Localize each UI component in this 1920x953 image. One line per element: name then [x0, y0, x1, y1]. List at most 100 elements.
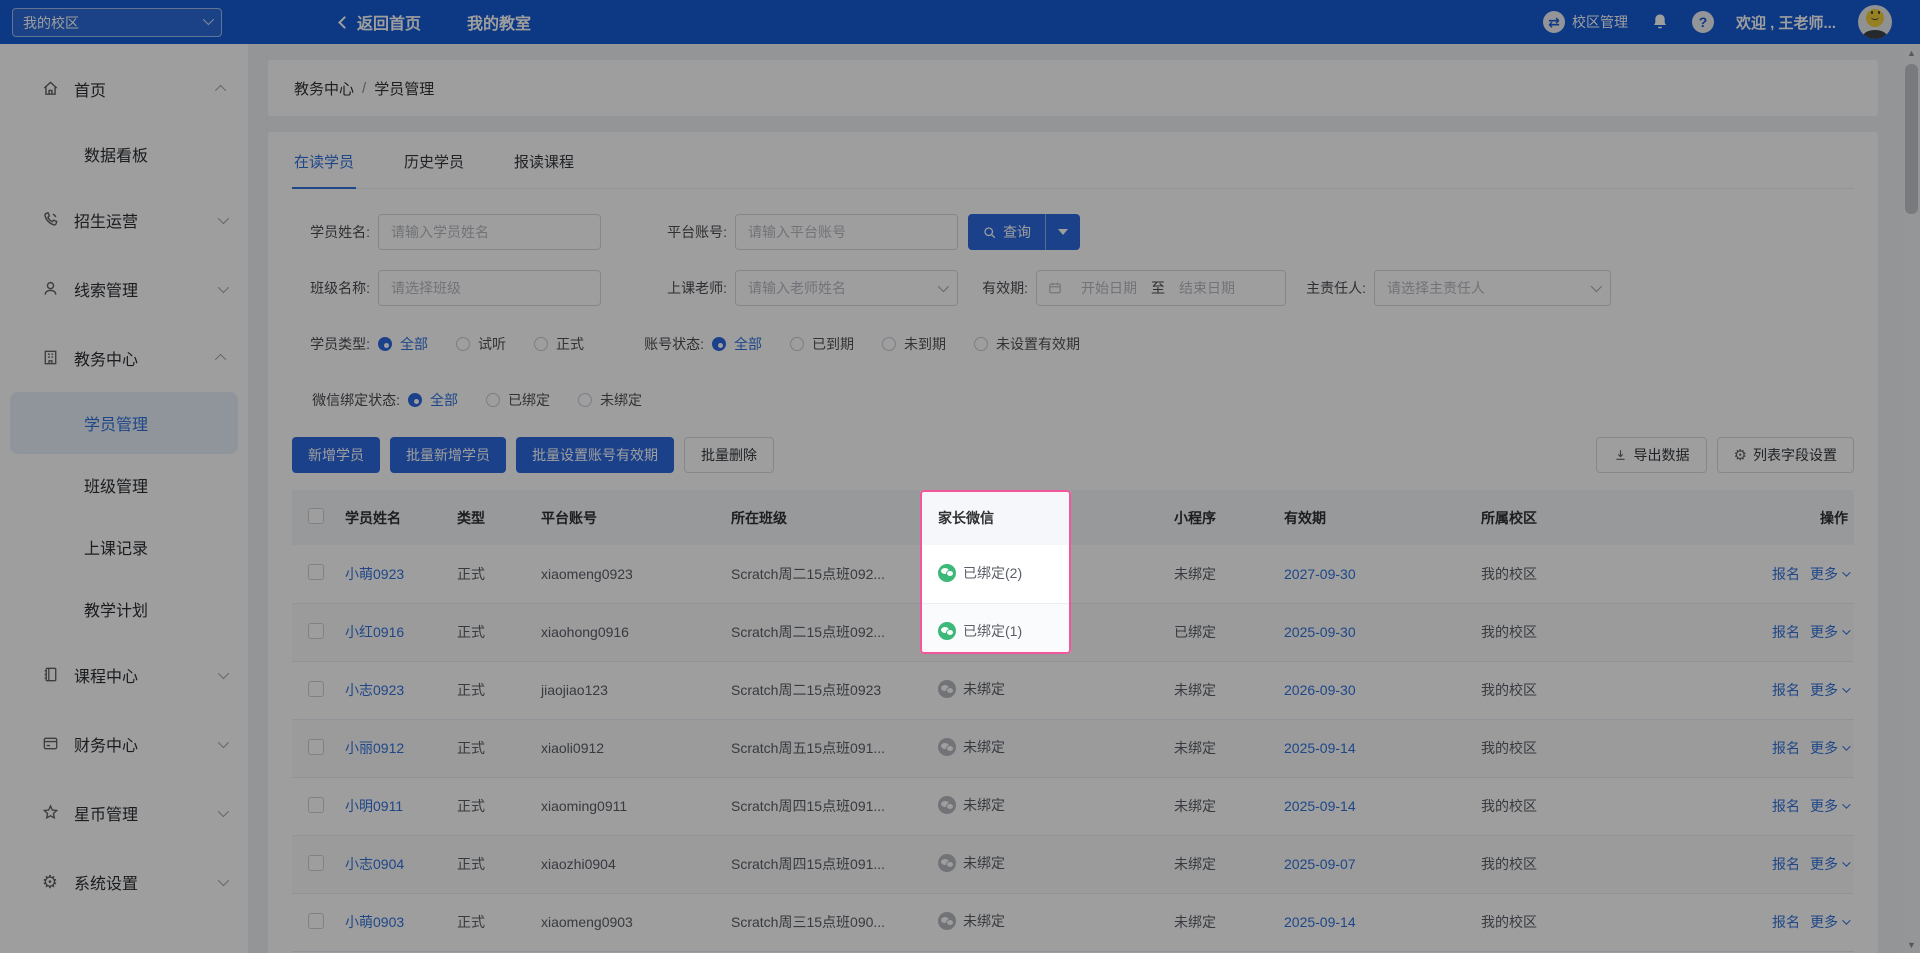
- more-link[interactable]: 更多: [1810, 738, 1848, 758]
- row-checkbox[interactable]: [308, 739, 324, 755]
- enroll-link[interactable]: 报名: [1772, 682, 1800, 698]
- more-link[interactable]: 更多: [1810, 796, 1848, 816]
- sidebar-item-系统设置[interactable]: ⚙系统设置: [0, 847, 248, 916]
- radio-全部[interactable]: 全部: [378, 334, 428, 354]
- sidebar-subitem-学员管理[interactable]: 学员管理: [10, 392, 238, 454]
- button-批量删除[interactable]: 批量删除: [684, 437, 774, 473]
- student-name-link[interactable]: 小明0911: [345, 798, 403, 814]
- sidebar-item-教务中心[interactable]: 教务中心: [0, 323, 248, 392]
- sidebar-subitem-班级管理[interactable]: 班级管理: [10, 454, 238, 516]
- column-header-所属校区: 所属校区: [1467, 490, 1740, 545]
- tab-在读学员[interactable]: 在读学员: [292, 151, 356, 188]
- enroll-link[interactable]: 报名: [1772, 566, 1800, 582]
- sidebar-subitem-上课记录[interactable]: 上课记录: [10, 516, 238, 578]
- valid-until-link[interactable]: 2025-09-14: [1284, 914, 1356, 930]
- more-link[interactable]: 更多: [1810, 912, 1848, 932]
- scroll-up-arrow[interactable]: ▲: [1903, 44, 1920, 61]
- sidebar-item-课程中心[interactable]: 课程中心: [0, 640, 248, 709]
- valid-until-link[interactable]: 2025-09-14: [1284, 740, 1356, 756]
- enroll-link[interactable]: 报名: [1772, 914, 1800, 930]
- help-button[interactable]: ?: [1692, 11, 1714, 33]
- student-name-link[interactable]: 小萌0903: [345, 914, 404, 930]
- valid-until-link[interactable]: 2025-09-14: [1284, 798, 1356, 814]
- column-settings-button[interactable]: ⚙ 列表字段设置: [1717, 437, 1854, 473]
- radio-未设置有效期[interactable]: 未设置有效期: [974, 334, 1080, 354]
- more-link[interactable]: 更多: [1810, 564, 1848, 584]
- more-link[interactable]: 更多: [1810, 622, 1848, 642]
- more-link[interactable]: 更多: [1810, 680, 1848, 700]
- button-批量新增学员[interactable]: 批量新增学员: [390, 437, 506, 473]
- row-checkbox[interactable]: [308, 623, 324, 639]
- search-button[interactable]: 查询: [968, 214, 1080, 250]
- scrollbar-thumb[interactable]: [1905, 64, 1918, 214]
- row-checkbox[interactable]: [308, 564, 324, 580]
- sidebar-item-星币管理[interactable]: 星币管理: [0, 778, 248, 847]
- sidebar-item-首页[interactable]: 首页: [0, 54, 248, 123]
- sidebar-subitem-label: 教学计划: [84, 597, 148, 621]
- sidebar-subitem-教学计划[interactable]: 教学计划: [10, 578, 238, 640]
- radio-已绑定[interactable]: 已绑定: [486, 390, 550, 410]
- notifications-button[interactable]: [1650, 12, 1670, 32]
- row-checkbox[interactable]: [308, 913, 324, 929]
- button-新增学员[interactable]: 新增学员: [292, 437, 380, 473]
- student-name-link[interactable]: 小丽0912: [345, 740, 404, 756]
- enroll-link[interactable]: 报名: [1772, 856, 1800, 872]
- radio-全部[interactable]: 全部: [712, 334, 762, 354]
- radio-全部[interactable]: 全部: [408, 390, 458, 410]
- search-dropdown-button[interactable]: [1046, 214, 1080, 250]
- start-date-input[interactable]: [1069, 280, 1149, 296]
- campus-select[interactable]: 我的校区: [12, 8, 222, 37]
- valid-until-link[interactable]: 2027-09-30: [1284, 566, 1356, 582]
- tab-历史学员[interactable]: 历史学员: [402, 151, 466, 188]
- student-name-input[interactable]: [378, 214, 601, 250]
- button-批量设置账号有效期[interactable]: 批量设置账号有效期: [516, 437, 674, 473]
- more-link[interactable]: 更多: [1810, 854, 1848, 874]
- radio-正式[interactable]: 正式: [534, 334, 584, 354]
- enroll-link[interactable]: 报名: [1772, 798, 1800, 814]
- breadcrumb-section[interactable]: 教务中心: [294, 78, 354, 99]
- table-body: 小萌0923正式xiaomeng0923Scratch周二15点班092...已…: [292, 545, 1854, 951]
- scroll-down-arrow[interactable]: ▼: [1903, 936, 1920, 953]
- end-date-input[interactable]: [1167, 280, 1247, 296]
- teacher-select[interactable]: [735, 270, 958, 306]
- avatar[interactable]: [1858, 5, 1892, 39]
- campus-management-button[interactable]: ⇄ 校区管理: [1543, 11, 1628, 33]
- chevron-down-icon: [218, 667, 229, 678]
- sidebar-item-财务中心[interactable]: 财务中心: [0, 709, 248, 778]
- sidebar-item-label: 招生运营: [74, 208, 138, 232]
- class-name-input[interactable]: [378, 270, 601, 306]
- radio-未绑定[interactable]: 未绑定: [578, 390, 642, 410]
- valid-until-link[interactable]: 2025-09-07: [1284, 856, 1356, 872]
- owner-select[interactable]: [1374, 270, 1611, 306]
- row-checkbox[interactable]: [308, 797, 324, 813]
- enroll-link[interactable]: 报名: [1772, 624, 1800, 640]
- sidebar-item-线索管理[interactable]: 线索管理: [0, 254, 248, 323]
- sidebar-subitem-数据看板[interactable]: 数据看板: [10, 123, 238, 185]
- platform-account-cell: xiaohong0916: [527, 603, 717, 661]
- row-checkbox[interactable]: [308, 681, 324, 697]
- enroll-link[interactable]: 报名: [1772, 740, 1800, 756]
- radio-已到期[interactable]: 已到期: [790, 334, 854, 354]
- valid-until-link[interactable]: 2025-09-30: [1284, 624, 1356, 640]
- radio-未到期[interactable]: 未到期: [882, 334, 946, 354]
- radio-试听[interactable]: 试听: [456, 334, 506, 354]
- my-classroom-button[interactable]: 我的教室: [467, 10, 531, 34]
- welcome-text[interactable]: 欢迎 , 王老师...: [1736, 12, 1836, 33]
- export-data-button[interactable]: 导出数据: [1596, 437, 1707, 473]
- select-all-checkbox[interactable]: [308, 508, 324, 524]
- student-name-link[interactable]: 小红0916: [345, 624, 404, 640]
- table-row: 小明0911正式xiaoming0911Scratch周四15点班091...未…: [292, 777, 1854, 835]
- back-home-button[interactable]: 返回首页: [340, 10, 421, 34]
- row-checkbox[interactable]: [308, 855, 324, 871]
- student-name-link[interactable]: 小志0904: [345, 856, 404, 872]
- wechat-status: 已绑定(1): [938, 621, 1022, 641]
- sidebar-item-label: 课程中心: [74, 663, 138, 687]
- valid-until-link[interactable]: 2026-09-30: [1284, 682, 1356, 698]
- platform-account-input[interactable]: [735, 214, 958, 250]
- sidebar-item-招生运营[interactable]: 招生运营: [0, 185, 248, 254]
- student-name-link[interactable]: 小志0923: [345, 682, 404, 698]
- star-icon: [40, 803, 60, 823]
- class-cell: Scratch周二15点班092...: [717, 603, 920, 661]
- student-name-link[interactable]: 小萌0923: [345, 566, 404, 582]
- tab-报读课程[interactable]: 报读课程: [512, 151, 576, 188]
